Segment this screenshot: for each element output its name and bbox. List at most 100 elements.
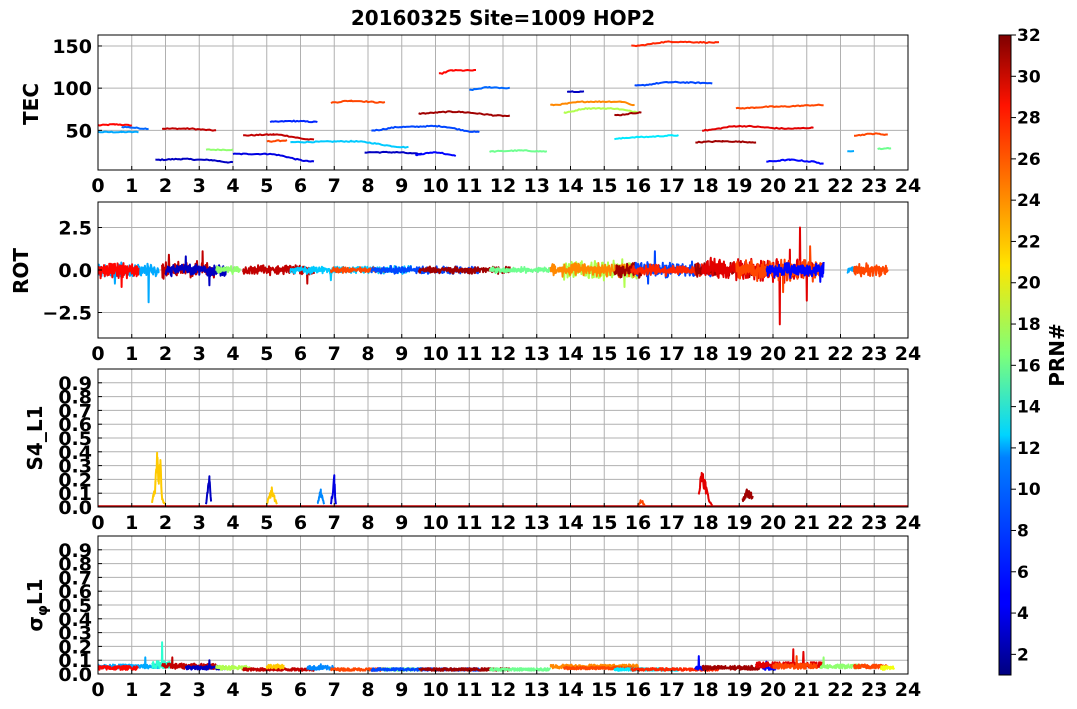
- series-line-prn-17: [215, 265, 241, 275]
- series-line-prn-11: [290, 139, 409, 149]
- series-line-prn-9: [306, 663, 336, 671]
- x-tick-label: 8: [361, 512, 374, 534]
- x-tick-label: 1: [125, 679, 138, 701]
- x-tick-label: 18: [692, 679, 718, 701]
- y-tick-label: 50: [66, 120, 92, 142]
- colorbar: PRN# 2468101214161820222426283032: [998, 26, 1069, 676]
- x-tick-label: 3: [193, 343, 206, 365]
- x-tick-label: 24: [895, 679, 921, 701]
- y-tick-label: 100: [52, 78, 92, 100]
- ylabel-sigma-phi: σφL1: [23, 578, 51, 631]
- x-tick-label: 24: [895, 175, 921, 197]
- x-tick-label: 16: [625, 175, 651, 197]
- colorbar-label: PRN#: [1045, 323, 1069, 387]
- x-tick-label: 2: [159, 175, 172, 197]
- colorbar-tick-label: 12: [1017, 439, 1041, 459]
- x-tick-label: 4: [226, 679, 239, 701]
- x-tick-label: 10: [422, 679, 448, 701]
- y-tick-label: 0.0: [58, 260, 92, 282]
- panel-s4: 0 1 2 3 4 5 6 7 8 9 10 11 12 13 14 15 16 17 18 19 20 21 22 23 24…: [58, 368, 921, 534]
- x-tick-label: 20: [760, 512, 786, 534]
- x-tick-label: 5: [260, 679, 273, 701]
- series-line-prn-3: [155, 157, 234, 164]
- series-line-prn-7: [634, 80, 713, 87]
- series-line-prn-5: [766, 158, 824, 165]
- series-line-prn-31: [741, 488, 754, 503]
- colorbar-tick-label: 8: [1017, 521, 1029, 541]
- x-tick-label: 6: [294, 679, 307, 701]
- x-tick-label: 22: [827, 343, 853, 365]
- x-tick-label: 6: [294, 175, 307, 197]
- colorbar-tick-label: 4: [1017, 604, 1029, 624]
- x-tick-label: 7: [328, 512, 341, 534]
- series-group: [98, 40, 892, 165]
- colorbar-tick-label: 24: [1017, 191, 1041, 211]
- colorbar-tick-label: 20: [1017, 274, 1041, 294]
- series-line-prn-26: [266, 139, 288, 143]
- x-tick-label: 17: [659, 679, 685, 701]
- series-line-prn-30: [242, 667, 315, 672]
- series-line-prn-31: [695, 140, 757, 144]
- x-tick-label: 4: [226, 175, 239, 197]
- colorbar-gradient: [999, 35, 1011, 675]
- y-tick-label: 150: [52, 36, 92, 58]
- series-line-prn-28: [98, 123, 133, 127]
- x-tick-label: 16: [625, 512, 651, 534]
- series-line-prn-31: [701, 664, 761, 671]
- series-line-prn-20: [880, 665, 896, 671]
- x-tick-label: 13: [524, 343, 550, 365]
- x-tick-label: 5: [260, 343, 273, 365]
- x-tick-label: 22: [827, 512, 853, 534]
- series-line-prn-22: [265, 486, 278, 505]
- x-tick-label: 19: [726, 679, 752, 701]
- x-tick-label: 6: [294, 343, 307, 365]
- series-line-prn-3: [364, 150, 423, 156]
- x-tick-label: 11: [456, 175, 482, 197]
- x-tick-label: 1: [125, 175, 138, 197]
- x-tick-label: 7: [328, 175, 341, 197]
- x-tick-label: 2: [159, 679, 172, 701]
- series-line-prn-6: [269, 119, 318, 124]
- series-line-prn-9: [316, 488, 326, 505]
- x-tick-label: 18: [692, 175, 718, 197]
- x-tick-label: 15: [591, 512, 617, 534]
- panel-sigma-phi: 0 1 2 3 4 5 6 7 8 9 10 11 12 13 14 15 16 17 18 19 20 21 22 23 24…: [58, 535, 921, 701]
- colorbar-tick-label: 16: [1017, 356, 1041, 376]
- x-tick-label: 3: [193, 679, 206, 701]
- x-tick-label: 15: [591, 175, 617, 197]
- x-tick-label: 11: [456, 679, 482, 701]
- ylabel-tec: TEC: [19, 83, 43, 125]
- series-line-prn-26: [637, 499, 646, 507]
- series-line-prn-26: [854, 132, 888, 137]
- colorbar-tick-label: 2: [1017, 645, 1029, 665]
- x-tick-label: 17: [659, 343, 685, 365]
- x-tick-label: 21: [794, 512, 820, 534]
- series-group: [98, 226, 889, 326]
- x-tick-label: 7: [328, 679, 341, 701]
- x-tick-label: 13: [524, 175, 550, 197]
- x-tick-label: 10: [422, 175, 448, 197]
- series-line-prn-26: [853, 262, 889, 278]
- x-tick-label: 15: [591, 679, 617, 701]
- x-tick-label: 0: [91, 679, 104, 701]
- x-tick-label: 2: [159, 343, 172, 365]
- series-line-prn-16: [488, 667, 552, 672]
- x-tick-label: 4: [226, 343, 239, 365]
- y-tick-label: −2.5: [42, 303, 92, 325]
- y-tick-label: 0.9: [58, 373, 92, 395]
- colorbar-tick-label: 6: [1017, 563, 1029, 583]
- x-tick-label: 6: [294, 512, 307, 534]
- series-line-prn-18: [563, 107, 639, 114]
- x-tick-label: 8: [361, 343, 374, 365]
- x-tick-label: 20: [760, 175, 786, 197]
- x-tick-label: 4: [226, 512, 239, 534]
- x-tick-label: 9: [395, 175, 408, 197]
- x-tick-label: 22: [827, 175, 853, 197]
- x-tick-label: 19: [726, 343, 752, 365]
- colorbar-tick-label: 28: [1017, 109, 1041, 129]
- x-tick-label: 19: [726, 512, 752, 534]
- x-tick-label: 18: [692, 512, 718, 534]
- y-tick-label: 2.5: [58, 218, 92, 240]
- colorbar-tick-label: 18: [1017, 315, 1041, 335]
- figure: 20160325 Site=1009 HOP2 0 1 2 3 4 5 6 7 8 9 10 11 12…: [9, 6, 1069, 701]
